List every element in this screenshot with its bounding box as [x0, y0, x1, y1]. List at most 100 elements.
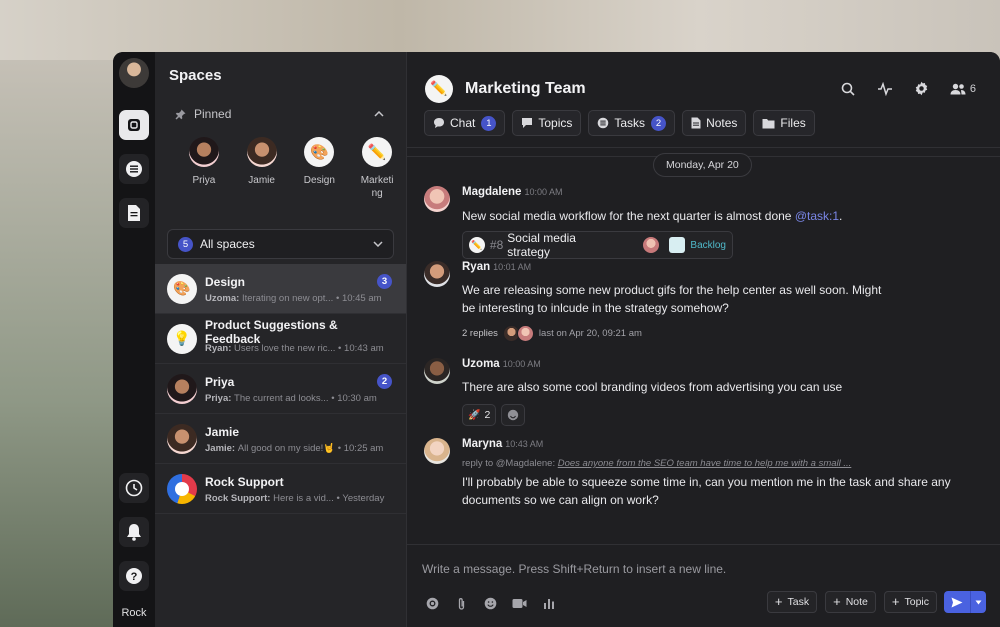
pinned-item-marketing[interactable]: ✏️ Marketing	[348, 137, 406, 229]
thread-replies[interactable]: 2 replies last on Apr 20, 09:21 am	[462, 325, 970, 342]
attach-button[interactable]	[454, 596, 469, 611]
send-button[interactable]	[944, 591, 986, 613]
add-topic-label: Topic	[904, 596, 929, 608]
pinned-item-design[interactable]: 🎨 Design	[291, 137, 349, 229]
last-message-time: Yesterday	[342, 492, 385, 504]
last-message-time: 10:30 am	[337, 392, 377, 404]
space-item-rock-support[interactable]: Rock Support Rock Support: Here is a vid…	[155, 464, 406, 514]
members-icon	[950, 83, 966, 94]
tasks-icon	[598, 117, 609, 129]
avatar[interactable]	[424, 358, 450, 384]
space-item-product-suggestions[interactable]: 💡 Product Suggestions & Feedback Ryan: U…	[155, 314, 406, 364]
space-item-design[interactable]: 🎨 Design 3 Uzoma: Iterating on new opt...…	[155, 264, 406, 314]
list-icon	[126, 161, 142, 177]
pinned-item-label: Design	[303, 175, 335, 186]
chat-header: ✏️ Marketing Team 6 Chat 1 Topics Tasks …	[407, 52, 1000, 148]
last-message-time: 10:25 am	[343, 442, 384, 454]
add-task-button[interactable]: + Task	[766, 591, 818, 613]
icon-rail: ? Rock	[113, 52, 155, 627]
tab-files[interactable]: Files	[753, 110, 815, 136]
background-blur-top	[0, 0, 1000, 60]
tab-tasks[interactable]: Tasks 2	[588, 110, 676, 136]
chevron-up-icon[interactable]	[374, 111, 384, 117]
rocket-reaction[interactable]: 🚀 2	[462, 404, 497, 426]
add-reaction-button[interactable]	[501, 404, 526, 426]
last-message-snippet: The current ad looks...	[234, 392, 329, 404]
background-blur-left	[0, 60, 115, 627]
send-icon	[951, 597, 963, 607]
rail-notifications-button[interactable]	[119, 517, 149, 547]
rail-spaces-button[interactable]	[119, 110, 149, 140]
video-icon	[512, 599, 527, 608]
pinned-item-priya[interactable]: Priya	[175, 137, 233, 229]
task-card[interactable]: ✏️ #8 Social media strategy Backlog	[462, 231, 733, 259]
message-text: We are releasing some new product gifs f…	[462, 283, 882, 315]
app-window: ? Rock Spaces Pinned Priya Jamie 🎨 Desig…	[113, 52, 1000, 627]
message-list: Monday, Apr 20 Magdalene 10:00 AM New soc…	[407, 148, 1000, 544]
rail-tasks-button[interactable]	[119, 154, 149, 184]
send-options-button[interactable]	[971, 600, 986, 605]
settings-button[interactable]	[913, 80, 931, 98]
reply-reference[interactable]: reply to @Magdalene: Does anyone from th…	[462, 458, 970, 469]
activity-button[interactable]	[876, 80, 894, 98]
pinned-item-jamie[interactable]: Jamie	[233, 137, 291, 229]
all-spaces-dropdown[interactable]: 5 All spaces	[167, 229, 394, 259]
message: Ryan 10:01 AM We are releasing some new p…	[424, 261, 970, 342]
tab-label: Notes	[706, 116, 738, 130]
video-button[interactable]	[512, 596, 527, 611]
add-note-button[interactable]: + Note	[825, 591, 876, 613]
composer-toolbar	[425, 596, 570, 611]
pencil-icon: ✏️	[362, 137, 393, 167]
search-icon	[841, 82, 855, 96]
space-list: 🎨 Design 3 Uzoma: Iterating on new opt...…	[155, 264, 406, 514]
emoji-add-icon	[508, 409, 519, 421]
avatar[interactable]	[424, 261, 450, 287]
bar-chart-icon	[543, 598, 554, 609]
space-item-priya[interactable]: Priya 2 Priya: The current ad looks... • …	[155, 364, 406, 414]
avatar[interactable]	[424, 186, 450, 212]
help-icon: ?	[126, 568, 142, 584]
members-button[interactable]: 6	[950, 80, 976, 98]
composer-actions: + Task + Note + Topic	[759, 591, 986, 613]
space-name: Rock Support	[205, 474, 284, 489]
pin-icon	[175, 109, 186, 119]
all-spaces-label: All spaces	[200, 237, 255, 251]
task-mention-link[interactable]: @task:1	[795, 209, 839, 223]
emoji-icon	[484, 597, 497, 610]
rail-bottom: ? Rock	[113, 473, 155, 619]
tab-label: Files	[780, 116, 806, 130]
rail-help-button[interactable]: ?	[119, 561, 149, 591]
task-status: Backlog	[690, 239, 726, 251]
emoji-button[interactable]	[483, 596, 498, 611]
pinned-header[interactable]: Pinned	[155, 99, 406, 129]
avatar[interactable]	[424, 438, 450, 464]
last-sender: Ryan:	[205, 342, 232, 354]
chat-icon	[434, 118, 444, 128]
tab-topics[interactable]: Topics	[512, 110, 582, 136]
avatar	[167, 423, 197, 454]
poll-button[interactable]	[541, 596, 556, 611]
space-item-jamie[interactable]: Jamie Jamie: All good on my side!🤘 • 10:…	[155, 414, 406, 464]
mention-button[interactable]	[425, 596, 440, 611]
member-count: 6	[969, 82, 976, 95]
message-author: Maryna	[462, 438, 503, 450]
message-text: There are also some cool branding videos…	[462, 380, 843, 394]
rocket-icon: 🚀	[468, 409, 481, 421]
message-input[interactable]: Write a message. Press Shift+Return to i…	[422, 562, 726, 576]
message-time: 10:00 AM	[502, 359, 541, 369]
last-message-time: 10:45 am	[341, 292, 382, 304]
last-reply-time: last on Apr 20, 09:21 am	[538, 328, 642, 339]
clock-status-icon	[125, 479, 143, 497]
message-composer: Write a message. Press Shift+Return to i…	[407, 544, 1000, 627]
rail-status-button[interactable]	[119, 473, 149, 503]
search-button[interactable]	[839, 80, 857, 98]
tab-label: Chat	[450, 116, 476, 130]
add-topic-button[interactable]: + Topic	[883, 591, 937, 613]
rail-notes-button[interactable]	[119, 198, 149, 228]
user-avatar[interactable]	[119, 58, 149, 88]
message-author: Magdalene	[462, 186, 522, 198]
tab-chat[interactable]: Chat 1	[424, 110, 506, 136]
message-text-end: .	[839, 209, 843, 223]
rock-logo	[167, 473, 197, 504]
tab-notes[interactable]: Notes	[682, 110, 747, 136]
